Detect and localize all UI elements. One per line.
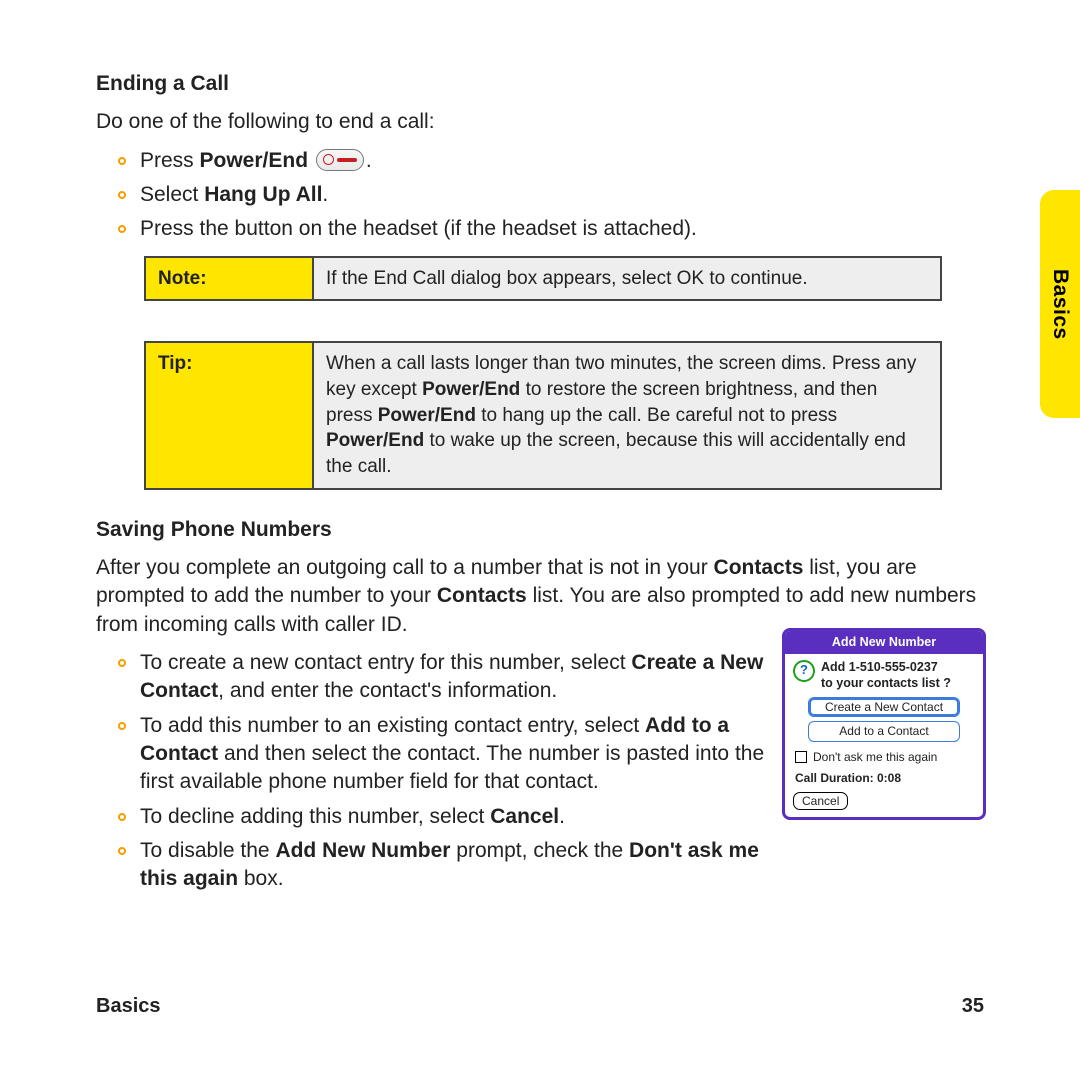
section-heading-ending-a-call: Ending a Call [96,70,990,98]
dialog-message-row: ? Add 1-510-555-0237 to your contacts li… [785,654,983,693]
text: to your contacts list ? [821,676,951,690]
text: Add 1-510-555-0237 [821,660,938,674]
page-footer: Basics 35 [96,993,984,1020]
page-number: 35 [962,993,984,1020]
text: To add this number to an existing contac… [140,714,645,737]
text: Select [140,183,204,206]
bold-text: Hang Up All [204,183,322,206]
list-item: Press the button on the headset (if the … [118,215,990,243]
list-item: Select Hang Up All. [118,181,990,209]
text: prompt, check the [450,839,629,862]
note-label: Note: [145,257,313,301]
list-item: To add this number to an existing contac… [118,712,788,797]
checkbox-icon[interactable] [795,751,807,763]
list-item: To create a new contact entry for this n… [118,649,788,706]
bold-text: Power/End [326,430,424,451]
note-body: If the End Call dialog box appears, sele… [313,257,941,301]
cancel-button[interactable]: Cancel [793,792,848,810]
text: . [322,183,328,206]
power-end-key-icon [316,149,364,171]
side-tab-label: Basics [1046,269,1074,340]
ending-call-list: Press Power/End . Select Hang Up All. Pr… [118,147,990,244]
manual-page: Basics Ending a Call Do one of the follo… [0,0,1080,1080]
text: , and enter the contact's information. [218,679,557,702]
list-item: Press Power/End . [118,147,990,175]
text: Press [140,149,200,172]
saving-numbers-list: To create a new contact entry for this n… [118,649,788,894]
text: After you complete an outgoing call to a… [96,556,714,579]
dialog-title: Add New Number [785,631,983,654]
section-heading-saving-phone-numbers: Saving Phone Numbers [96,516,990,544]
bold-text: Add New Number [275,839,450,862]
list-item: To disable the Add New Number prompt, ch… [118,837,788,894]
call-duration-label: Call Duration: 0:08 [785,768,983,788]
bold-text: Power/End [422,379,520,400]
saving-numbers-paragraph: After you complete an outgoing call to a… [96,554,990,639]
note-box: Note: If the End Call dialog box appears… [144,256,942,302]
dont-ask-again-row[interactable]: Don't ask me this again [785,746,983,768]
text: To create a new contact entry for this n… [140,651,631,674]
bold-text: Contacts [714,556,804,579]
text: and then select the contact. The number … [140,742,764,793]
text: . [366,149,372,172]
side-tab: Basics [1040,190,1080,418]
text: To decline adding this number, select [140,805,490,828]
dialog-message: Add 1-510-555-0237 to your contacts list… [821,660,951,691]
footer-section: Basics [96,993,161,1020]
text: . [559,805,565,828]
create-new-contact-button[interactable]: Create a New Contact [808,697,960,717]
add-to-contact-button[interactable]: Add to a Contact [808,721,960,741]
text: box. [238,867,284,890]
tip-box: Tip: When a call lasts longer than two m… [144,341,942,489]
dont-ask-again-label: Don't ask me this again [813,749,937,765]
bold-text: Cancel [490,805,559,828]
tip-body: When a call lasts longer than two minute… [313,342,941,488]
add-new-number-dialog: Add New Number ? Add 1-510-555-0237 to y… [782,628,986,820]
text: To disable the [140,839,275,862]
bold-text: Power/End [200,149,309,172]
ending-call-intro: Do one of the following to end a call: [96,108,990,136]
text: to hang up the call. Be careful not to p… [476,405,837,426]
tip-label: Tip: [145,342,313,488]
bold-text: Contacts [437,584,527,607]
question-mark-icon: ? [793,660,815,682]
list-item: To decline adding this number, select Ca… [118,803,788,831]
bold-text: Power/End [378,405,476,426]
